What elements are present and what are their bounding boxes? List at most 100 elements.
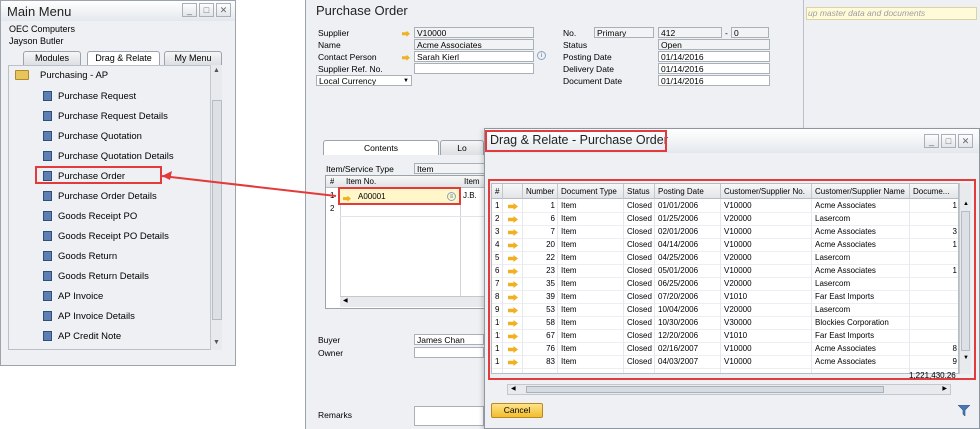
tab-modules[interactable]: Modules <box>23 51 81 65</box>
table-header-cell[interactable]: Posting Date <box>655 184 721 199</box>
scroll-right-icon[interactable]: ▶ <box>942 385 947 392</box>
table-row[interactable]: 6 23 Item Closed 05/01/2006 V10000 Acme Associ… <box>492 265 958 278</box>
scroll-down-icon[interactable]: ▼ <box>963 355 969 361</box>
name-field[interactable]: Acme Associates <box>414 39 534 50</box>
table-row[interactable]: 2 6 Item Closed 01/25/2006 V20000 Lasercom <box>492 213 958 226</box>
main-menu-title-bar[interactable]: Main Menu _ □ ✕ <box>1 1 235 21</box>
doc-number-field[interactable]: 412 <box>658 27 722 38</box>
table-vscrollbar[interactable]: ▲ ▼ <box>959 183 971 374</box>
module-purchasing-ap[interactable]: Purchasing - AP <box>9 66 221 86</box>
menu-item[interactable]: Goods Return <box>9 246 209 266</box>
link-arrow-icon[interactable] <box>508 268 518 275</box>
minimize-button[interactable]: _ <box>924 134 939 148</box>
supplier-field[interactable]: V10000 <box>414 27 534 38</box>
link-arrow-icon[interactable] <box>508 320 518 327</box>
table-hscrollbar[interactable]: ◀ ▶ <box>507 384 951 395</box>
table-row[interactable]: 9 53 Item Closed 10/04/2006 V20000 Lasercom <box>492 304 958 317</box>
link-arrow-icon[interactable] <box>508 359 518 366</box>
supplier-ref-field[interactable] <box>414 63 534 74</box>
menu-item[interactable]: Purchase Order Details <box>9 186 209 206</box>
link-arrow-icon[interactable] <box>508 346 518 353</box>
scroll-up-icon[interactable]: ▲ <box>213 67 220 74</box>
table-row[interactable]: 5 22 Item Closed 04/25/2006 V20000 Lasercom <box>492 252 958 265</box>
table-header-cell[interactable]: Docume... <box>910 184 958 199</box>
menu-item[interactable]: Purchase Request <box>9 86 209 106</box>
link-arrow-icon[interactable] <box>508 255 518 262</box>
table-row[interactable]: 11 67 Item Closed 12/20/2006 V1010 Far East Im… <box>492 330 958 343</box>
search-master-data-input[interactable]: up master data and documents <box>806 7 977 20</box>
scroll-left-icon[interactable]: ◀ <box>343 297 348 304</box>
table-header-cell[interactable]: Number <box>523 184 558 199</box>
table-header-cell[interactable] <box>503 184 523 199</box>
minimize-button[interactable]: _ <box>182 3 197 17</box>
table-row[interactable]: 4 20 Item Closed 04/14/2006 V10000 Acme Associ… <box>492 239 958 252</box>
link-arrow-icon[interactable] <box>508 307 518 314</box>
scrollbar-thumb[interactable] <box>212 100 222 320</box>
doc-sub-field[interactable]: 0 <box>731 27 769 38</box>
menu-item[interactable]: Goods Return Details <box>9 266 209 286</box>
link-arrow-icon[interactable] <box>508 203 518 210</box>
menu-item[interactable]: AP Invoice <box>9 286 209 306</box>
cancel-button[interactable]: Cancel <box>491 403 543 418</box>
link-arrow-icon[interactable] <box>508 281 518 288</box>
scroll-up-icon[interactable]: ▲ <box>963 201 969 207</box>
table-header-cell[interactable]: Customer/Supplier Name <box>812 184 910 199</box>
grid-hscrollbar[interactable]: ◀ <box>340 296 488 307</box>
table-row[interactable]: 3 7 Item Closed 02/01/2006 V10000 Acme Associa… <box>492 226 958 239</box>
menu-scrollbar[interactable]: ▲ ▼ <box>210 65 222 350</box>
table-row[interactable]: 7 35 Item Closed 06/25/2006 V20000 Lasercom <box>492 278 958 291</box>
menu-item[interactable]: Goods Receipt PO Details <box>9 226 209 246</box>
table-row[interactable]: 1 1 Item Closed 01/01/2006 V10000 Acme Associa… <box>492 200 958 213</box>
table-header-cell[interactable]: Status <box>624 184 655 199</box>
tab-logistics[interactable]: Lo <box>440 140 484 155</box>
menu-item[interactable]: Goods Receipt PO <box>9 206 209 226</box>
item-no-cell[interactable]: A00001 ≡ <box>338 187 461 205</box>
table-row[interactable]: 8 39 Item Closed 07/20/2006 V1010 Far East Imp… <box>492 291 958 304</box>
owner-field[interactable] <box>414 347 484 358</box>
menu-item[interactable]: Purchase Quotation <box>9 126 209 146</box>
scroll-down-icon[interactable]: ▼ <box>213 339 220 346</box>
scroll-left-icon[interactable]: ◀ <box>511 385 516 392</box>
link-arrow-icon[interactable] <box>508 229 518 236</box>
info-icon[interactable]: i <box>537 51 546 60</box>
item-link-icon[interactable] <box>343 193 354 203</box>
list-icon[interactable]: ≡ <box>447 192 456 201</box>
maximize-button[interactable]: □ <box>199 3 214 17</box>
close-button[interactable]: ✕ <box>958 134 973 148</box>
document-date-field[interactable]: 01/14/2016 <box>658 75 770 86</box>
series-select[interactable]: Primary <box>594 27 654 38</box>
link-arrow-icon[interactable] <box>508 242 518 249</box>
item-type-field[interactable]: Item <box>414 163 486 174</box>
currency-select[interactable]: Local Currency ▼ <box>316 75 412 86</box>
scrollbar-thumb[interactable] <box>526 386 884 393</box>
link-arrow-icon[interactable] <box>508 333 518 340</box>
tab-drag-relate[interactable]: Drag & Relate <box>87 51 160 66</box>
menu-item[interactable]: AP Invoice Details <box>9 306 209 326</box>
delivery-date-field[interactable]: 01/14/2016 <box>658 63 770 74</box>
buyer-field[interactable]: James Chan <box>414 334 484 345</box>
link-arrow-icon[interactable] <box>508 216 518 223</box>
table-header-cell[interactable]: Customer/Supplier No. <box>721 184 812 199</box>
link-arrow-icon[interactable] <box>508 294 518 301</box>
table-cell: 67 <box>546 331 555 340</box>
menu-item[interactable]: AP Credit Note <box>9 326 209 346</box>
posting-date-field[interactable]: 01/14/2016 <box>658 51 770 62</box>
maximize-button[interactable]: □ <box>941 134 956 148</box>
table-header-cell[interactable]: # <box>492 184 503 199</box>
tab-contents[interactable]: Contents <box>323 140 439 155</box>
filter-icon[interactable] <box>958 405 970 416</box>
table-row[interactable]: 12 76 Item Closed 02/16/2007 V10000 Acme Assoc… <box>492 343 958 356</box>
remarks-field[interactable] <box>414 406 484 426</box>
table-row[interactable]: 10 58 Item Closed 10/30/2006 V30000 Blockies C… <box>492 317 958 330</box>
grid-item-desc[interactable]: J.B. <box>463 190 477 202</box>
supplier-link-icon[interactable] <box>402 28 413 38</box>
tab-my-menu[interactable]: My Menu <box>164 51 222 65</box>
scrollbar-thumb[interactable] <box>961 211 970 351</box>
menu-item[interactable]: Purchase Quotation Details <box>9 146 209 166</box>
contact-person-field[interactable]: Sarah Kierl <box>414 51 534 62</box>
close-button[interactable]: ✕ <box>216 3 231 17</box>
menu-item[interactable]: Purchase Request Details <box>9 106 209 126</box>
table-header-cell[interactable]: Document Type <box>558 184 624 199</box>
contact-link-icon[interactable] <box>402 52 413 62</box>
table-row[interactable]: 13 83 Item Closed 04/03/2007 V10000 Acme Assoc… <box>492 356 958 369</box>
